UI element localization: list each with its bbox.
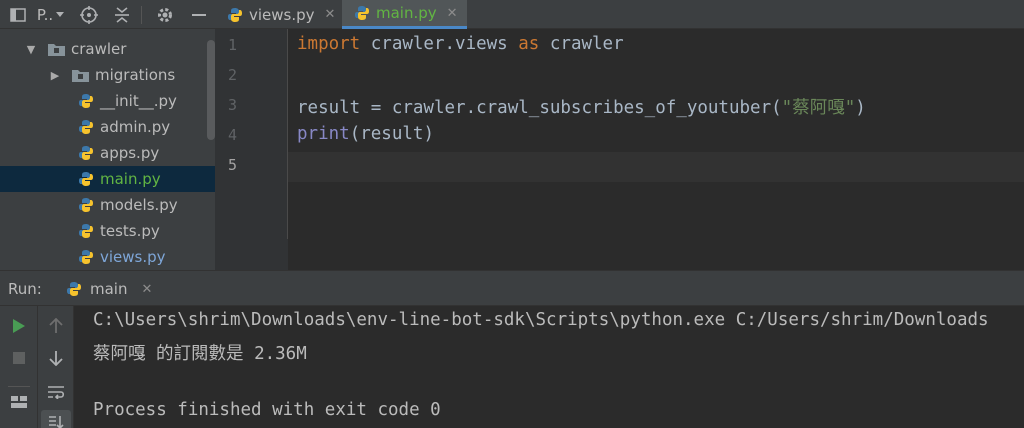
tree-item-label: views.py [100,248,166,266]
console-exit-line: Process finished with exit code 0 [93,400,441,420]
run-tab-label: main [90,280,128,298]
rerun-button[interactable] [4,314,34,338]
python-file-icon [79,198,93,212]
locate-file-icon[interactable] [78,0,100,29]
soft-wrap-button[interactable] [41,380,71,404]
scroll-to-end-button[interactable] [41,410,71,428]
project-view-title: P.. [36,5,54,24]
collapse-all-icon[interactable] [111,0,133,29]
tree-item-label: migrations [95,66,176,84]
python-file-icon [79,250,93,264]
tab-views-py[interactable]: views.py ✕ [215,0,342,29]
tree-item-init-py[interactable]: __init__.py [0,88,215,114]
line-number: 2 [227,66,237,84]
module-name: crawler.views [360,34,519,54]
close-icon[interactable]: ✕ [141,282,152,297]
toolbar-separator [140,0,142,29]
run-panel-label: Run: [8,280,42,298]
play-icon [13,319,25,333]
project-scrollbar[interactable] [207,40,215,140]
tree-item-admin-py[interactable]: admin.py [0,114,215,140]
project-toolbar: P.. [0,0,215,29]
tab-main-py[interactable]: main.py ✕ [342,0,467,29]
console-command-line: C:\Users\shrim\Downloads\env-line-bot-sd… [93,310,989,330]
layout-button[interactable] [4,390,34,414]
folder-icon [72,69,89,82]
tree-item-label: __init__.py [100,92,177,110]
chevron-right-icon[interactable]: ▶ [50,69,60,82]
close-icon[interactable]: ✕ [325,7,336,22]
project-view-selector[interactable]: P.. [34,0,56,29]
wrap-icon [48,386,65,399]
tree-item-label: apps.py [100,144,160,162]
current-line-highlight [288,152,1024,182]
code-text: ) [855,98,866,118]
builtin-function: print [297,124,350,144]
arrow-up-icon [49,318,63,333]
scroll-end-icon [49,416,64,428]
console-output-line: 蔡阿嘎 的訂閱數是 2.36M [93,344,307,364]
chevron-down-icon[interactable]: ▼ [26,43,36,56]
tab-label: views.py [249,5,315,24]
hide-panel-icon[interactable] [188,0,210,29]
scroll-down-button[interactable] [41,346,71,370]
tab-label: main.py [376,4,437,22]
python-file-icon [79,146,93,160]
dropdown-arrow-icon[interactable] [54,0,66,29]
line-number: 4 [227,126,237,144]
folder-icon [48,43,65,56]
tree-item-main-py[interactable]: main.py [0,166,215,192]
close-icon[interactable]: ✕ [447,6,458,21]
code-text: result = crawler.crawl_subscribes_of_you… [297,98,782,118]
code-editor[interactable]: 1 2 3 4 5 import crawler.views as crawle… [215,29,1024,270]
stop-button[interactable] [4,346,34,370]
python-file-icon [79,172,93,186]
code-line-1: import crawler.views as crawler [297,34,624,54]
python-file-icon [79,94,93,108]
run-tab-main[interactable]: main ✕ [58,271,152,307]
tree-item-views-py[interactable]: views.py [0,244,215,270]
project-view-icon[interactable] [8,0,28,29]
tree-item-apps-py[interactable]: apps.py [0,140,215,166]
code-text: (result) [349,124,434,144]
editor-tab-bar: views.py ✕ main.py ✕ [215,0,1024,29]
line-number: 1 [227,36,237,54]
run-toolbar [0,306,38,428]
code-line-4: print(result) [297,124,434,144]
tree-item-models-py[interactable]: models.py [0,192,215,218]
console-toolbar [38,306,74,428]
run-console[interactable]: C:\Users\shrim\Downloads\env-line-bot-sd… [74,306,1024,428]
python-file-icon [228,7,242,22]
tree-item-tests-py[interactable]: tests.py [0,218,215,244]
keyword: import [297,34,361,54]
line-number: 3 [227,96,237,114]
python-file-icon [355,6,369,20]
alias-name: crawler [539,34,624,54]
tree-item-label: main.py [100,170,161,188]
project-panel: P.. ▼ crawler ▶ migrations __init__.py admin.… [0,0,215,270]
tree-item-crawler[interactable]: ▼ crawler [0,36,215,62]
tree-item-label: models.py [100,196,178,214]
python-file-icon [79,224,93,238]
python-file-icon [79,120,93,134]
gear-icon[interactable] [154,0,176,29]
string-literal: "蔡阿嘎" [781,98,856,118]
line-number-gutter: 1 2 3 4 5 [215,29,288,270]
stop-icon [13,352,25,364]
tree-item-label: admin.py [100,118,171,136]
gutter-divider [287,29,288,239]
tree-item-label: crawler [71,40,127,58]
tree-item-label: tests.py [100,222,160,240]
scroll-up-button[interactable] [41,314,71,338]
python-file-icon [67,282,81,296]
run-panel-header: Run: main ✕ [0,270,1024,306]
keyword: as [518,34,540,54]
layout-icon [11,396,27,408]
arrow-down-icon [49,351,63,366]
code-line-3: result = crawler.crawl_subscribes_of_you… [297,94,866,119]
tree-item-migrations[interactable]: ▶ migrations [0,62,215,88]
line-number: 5 [227,156,237,174]
